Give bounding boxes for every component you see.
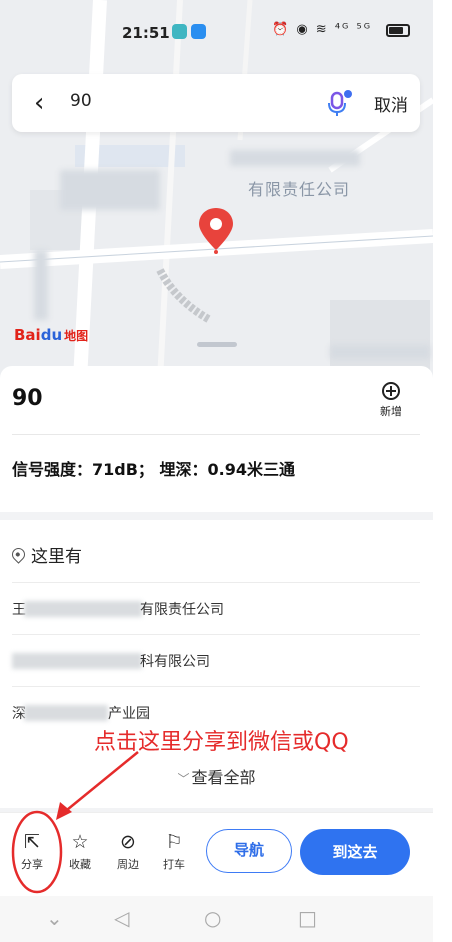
blurred-text	[24, 601, 142, 617]
divider	[12, 434, 420, 435]
taxi-label: 打车	[163, 858, 185, 871]
blurred-map-label	[34, 250, 48, 320]
place-title: 90	[12, 386, 43, 411]
add-circle-icon	[382, 382, 400, 400]
tutorial-annotation: 点击这里分享到微信或QQ	[94, 730, 349, 755]
item-name: 有限责任公司	[140, 602, 224, 618]
view-all-button[interactable]: ﹀ 查看全部	[0, 764, 433, 788]
notification-icon	[191, 24, 206, 39]
share-icon: ⇱	[24, 831, 40, 853]
add-new-button[interactable]: 新增	[376, 382, 406, 419]
search-bar: ‹ 90 取消	[12, 74, 420, 132]
map-view[interactable]: 有限责任公司 Bai du 地图	[0, 0, 433, 380]
location-pin-icon	[199, 208, 233, 254]
notification-icon	[172, 24, 187, 39]
map-company-label: 有限责任公司	[248, 180, 351, 199]
baidu-map-logo: Bai du 地图	[14, 326, 89, 344]
list-item[interactable]: 科有限公司	[12, 634, 420, 686]
back-triangle-icon[interactable]: ◁	[114, 906, 129, 930]
list-item[interactable]: 王 有限责任公司	[12, 582, 420, 634]
bottom-action-bar: ⇱ 分享 ☆ 收藏 ⊘ 周边 ⚐ 打车 导航 到这去	[0, 812, 433, 896]
favorite-button[interactable]: ☆ 收藏	[62, 831, 98, 872]
blurred-map-label	[60, 170, 160, 210]
voice-microphone-icon[interactable]	[324, 88, 354, 118]
item-name: 产业园	[108, 706, 150, 722]
back-icon[interactable]: ‹	[34, 88, 58, 118]
here-section-label: 这里有	[31, 547, 82, 567]
blurred-map-label	[330, 345, 430, 359]
here-section-title: 这里有	[9, 542, 82, 567]
taxi-icon: ⚐	[165, 831, 183, 853]
compass-icon: ⊘	[120, 831, 136, 853]
nearby-places-panel: 这里有 王 有限责任公司 科有限公司 深 产业园 ﹀ 查看全部	[0, 520, 433, 808]
add-new-label: 新增	[380, 405, 402, 418]
taxi-button[interactable]: ⚐ 打车	[156, 831, 192, 872]
app-screen: 有限责任公司 Bai du 地图 21:51 ⏰ ◉ ≋ ⁴ᴳ ⁵ᴳ ‹ 90 取消	[0, 0, 433, 942]
go-here-button[interactable]: 到这去	[300, 829, 410, 875]
system-status-icons: ⏰ ◉ ≋ ⁴ᴳ ⁵ᴳ	[272, 22, 373, 37]
status-time: 21:51	[122, 24, 170, 42]
nearby-label: 周边	[117, 858, 139, 871]
battery-icon	[386, 24, 410, 37]
place-info-panel: 90 新增 信号强度：71dB； 埋深：0.94米三通	[0, 366, 433, 512]
location-outline-icon	[9, 545, 28, 564]
home-circle-icon[interactable]: ○	[204, 906, 221, 930]
share-button[interactable]: ⇱ 分享	[14, 831, 50, 872]
system-navigation-bar: ⌄ ◁ ○ □	[0, 896, 433, 942]
cancel-button[interactable]: 取消	[374, 91, 408, 116]
place-description: 信号强度：71dB； 埋深：0.94米三通	[12, 460, 295, 479]
search-input[interactable]: 90	[70, 91, 92, 111]
favorite-label: 收藏	[69, 858, 91, 871]
navigate-button[interactable]: 导航	[206, 829, 292, 873]
sheet-drag-handle[interactable]	[197, 342, 237, 347]
chevron-down-icon[interactable]: ⌄	[46, 906, 63, 930]
status-bar: 21:51 ⏰ ◉ ≋ ⁴ᴳ ⁵ᴳ	[0, 20, 433, 46]
share-label: 分享	[21, 858, 43, 871]
star-outline-icon: ☆	[71, 831, 89, 853]
blurred-map-label	[230, 150, 360, 166]
nearby-button[interactable]: ⊘ 周边	[110, 831, 146, 872]
chevron-down-icon: ﹀	[177, 772, 190, 786]
blurred-text	[24, 705, 108, 721]
view-all-label: 查看全部	[191, 768, 256, 787]
blurred-text	[12, 653, 142, 669]
item-name: 科有限公司	[140, 654, 210, 670]
recents-square-icon[interactable]: □	[298, 906, 317, 930]
